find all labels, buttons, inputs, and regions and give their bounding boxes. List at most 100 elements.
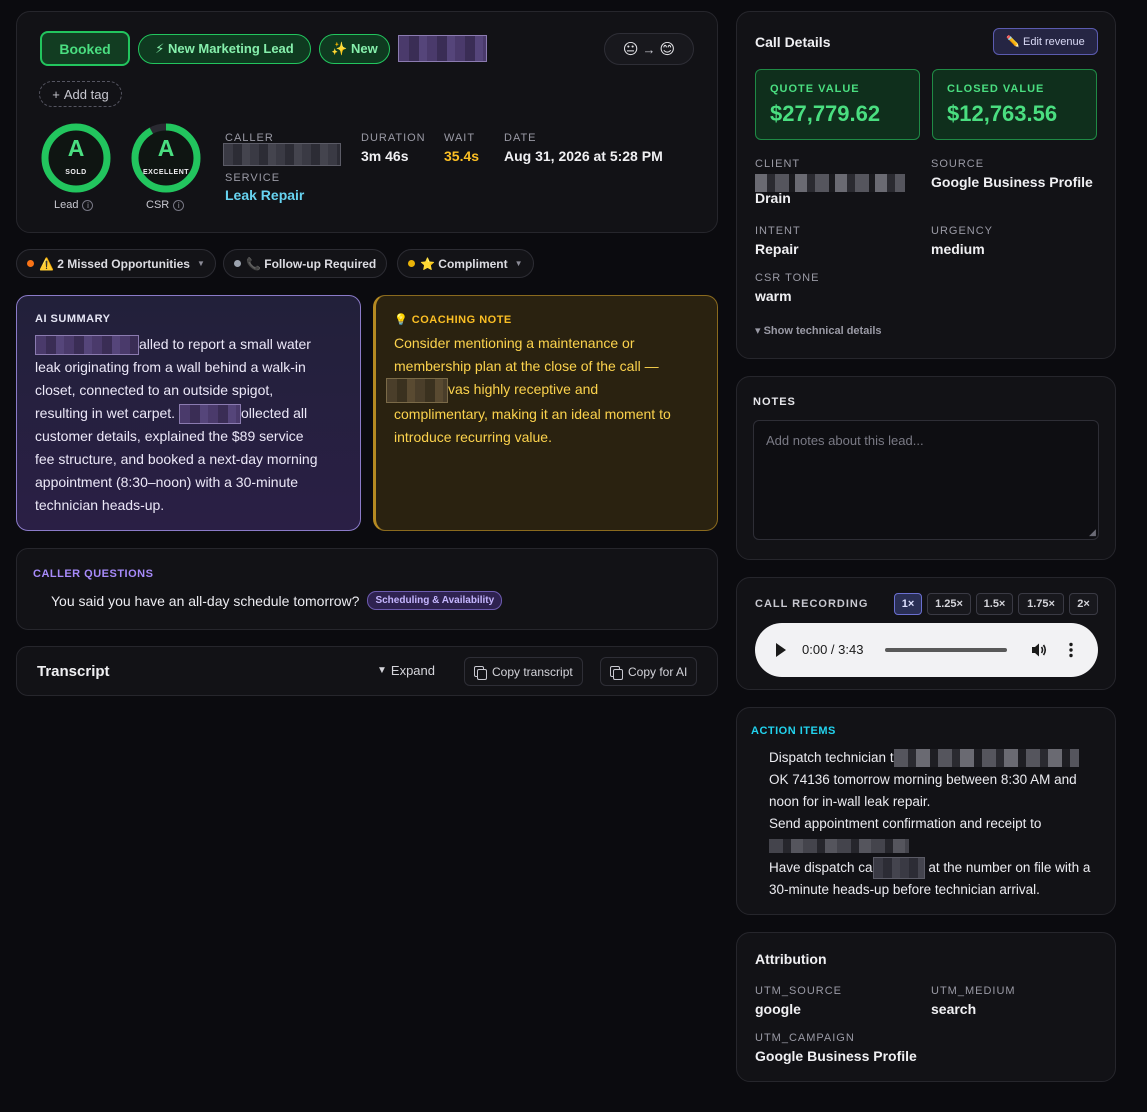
copy-for-ai-button[interactable]: Copy for AI bbox=[600, 657, 698, 686]
action-items-card: ACTION ITEMS Dispatch technician t OK 74… bbox=[736, 707, 1116, 915]
call-recording-card: CALL RECORDING 1× 1.25× 1.5× 1.75× 2× 0:… bbox=[736, 577, 1116, 690]
resize-handle-icon[interactable]: ◢ bbox=[1089, 527, 1096, 538]
chip-label: ⭐ Compliment bbox=[420, 256, 508, 271]
speed-1x-button[interactable]: 1× bbox=[894, 593, 922, 615]
summary-line: fee structure, and booked a next-day mor… bbox=[35, 451, 318, 467]
ai-summary-heading: AI SUMMARY bbox=[35, 313, 111, 325]
utm-source-value: google bbox=[755, 1001, 801, 1017]
intent-value: Repair bbox=[755, 241, 799, 257]
intent-label: INTENT bbox=[755, 225, 801, 237]
lightbulb-icon: 💡 bbox=[394, 314, 409, 326]
sentiment-from-icon: 😐 bbox=[622, 41, 639, 58]
summary-line: closet, connected to an outside spigot, bbox=[35, 382, 274, 398]
plus-icon: + bbox=[52, 86, 60, 102]
csr-tone-label: CSR TONE bbox=[755, 272, 820, 284]
redacted-name bbox=[35, 335, 139, 356]
seek-bar[interactable] bbox=[885, 648, 1007, 652]
csr-grade-sub: EXCELLENT bbox=[142, 169, 190, 176]
source-label: SOURCE bbox=[931, 158, 985, 170]
caller-questions-card: CALLER QUESTIONS You said you have an al… bbox=[16, 548, 718, 630]
expand-button[interactable]: ▼ Expand bbox=[377, 663, 435, 678]
question-category-badge: Scheduling & Availability bbox=[367, 591, 503, 610]
speed-2x-button[interactable]: 2× bbox=[1069, 593, 1098, 615]
ai-summary-text: alled to report a small water leak origi… bbox=[35, 333, 350, 517]
notes-card: NOTES Add notes about this lead... ◢ bbox=[736, 376, 1116, 560]
volume-icon[interactable] bbox=[1031, 642, 1048, 658]
closed-value-label: CLOSED VALUE bbox=[947, 83, 1045, 95]
utm-medium-field: UTM_MEDIUM search bbox=[931, 985, 1016, 1017]
lead-caption-label: Lead bbox=[54, 199, 79, 211]
chip-follow-up-required[interactable]: 📞 Follow-up Required bbox=[223, 249, 388, 278]
coaching-text: Consider mentioning a maintenance or mem… bbox=[386, 332, 709, 449]
urgency-field: URGENCY medium bbox=[931, 225, 993, 257]
sentiment-indicator: 😐 → 😊 bbox=[604, 33, 694, 65]
source-field: SOURCE Google Business Profile bbox=[931, 158, 1093, 190]
play-icon[interactable] bbox=[775, 643, 787, 657]
chip-label: ⚠️ 2 Missed Opportunities bbox=[39, 256, 190, 271]
quote-value-label: QUOTE VALUE bbox=[770, 83, 860, 95]
closed-value-amount: $12,763.56 bbox=[947, 101, 1058, 126]
duration-label: DURATION bbox=[361, 132, 426, 144]
utm-source-label: UTM_SOURCE bbox=[755, 985, 843, 997]
question-text: You said you have an all-day schedule to… bbox=[51, 592, 360, 609]
info-icon[interactable]: i bbox=[82, 199, 94, 211]
action-item: Have dispatch ca at the number on file w… bbox=[769, 857, 1109, 901]
chip-compliment[interactable]: ⭐ Compliment ▼ bbox=[397, 249, 534, 278]
status-badge[interactable]: Booked bbox=[40, 31, 130, 66]
speed-1-25x-button[interactable]: 1.25× bbox=[927, 593, 971, 615]
orange-dot-icon bbox=[27, 260, 34, 267]
csr-score-gauge: A EXCELLENT bbox=[129, 121, 203, 195]
intent-field: INTENT Repair bbox=[755, 225, 801, 257]
coaching-heading: 💡 COACHING NOTE bbox=[394, 314, 512, 326]
chip-missed-opportunities[interactable]: ⚠️ 2 Missed Opportunities ▼ bbox=[16, 249, 216, 278]
copy-icon bbox=[474, 665, 487, 680]
redacted-email bbox=[769, 839, 909, 854]
audio-player: 0:00 / 3:43 bbox=[755, 623, 1098, 677]
question-item: You said you have an all-day schedule to… bbox=[51, 591, 503, 610]
transcript-card: Transcript ▼ Expand Copy transcript Copy… bbox=[16, 646, 718, 696]
quote-value-box: QUOTE VALUE $27,779.62 bbox=[755, 69, 920, 140]
summary-line: resulting in wet carpet. ollected all bbox=[35, 402, 350, 425]
csr-tone-field: CSR TONE warm bbox=[755, 272, 819, 304]
date-field: DATE Aug 31, 2026 at 5:28 PM bbox=[504, 132, 663, 164]
csr-caption: CSR i bbox=[146, 199, 185, 211]
client-label: CLIENT bbox=[755, 158, 801, 170]
redacted-caller bbox=[223, 143, 341, 166]
duration-field: DURATION 3m 46s bbox=[361, 132, 426, 164]
speed-1-75x-button[interactable]: 1.75× bbox=[1018, 593, 1064, 615]
notes-textarea[interactable]: Add notes about this lead... bbox=[753, 420, 1099, 540]
copy-icon bbox=[610, 665, 623, 680]
playback-time: 0:00 / 3:43 bbox=[802, 642, 864, 657]
chevron-down-icon: ▼ bbox=[196, 259, 205, 268]
add-tag-button[interactable]: + Add tag bbox=[39, 81, 122, 107]
tag-new-marketing-lead[interactable]: ⚡ New Marketing Lead bbox=[138, 34, 311, 64]
action-items-heading: ACTION ITEMS bbox=[751, 725, 836, 737]
csr-caption-label: CSR bbox=[146, 199, 170, 211]
speed-1-5x-button[interactable]: 1.5× bbox=[976, 593, 1013, 615]
call-details-title: Call Details bbox=[755, 34, 831, 50]
action-item: Send appointment confirmation and receip… bbox=[769, 813, 1109, 857]
tag-new[interactable]: ✨ New bbox=[319, 34, 390, 64]
lead-grade: A bbox=[67, 135, 85, 161]
coaching-note-card: 💡 COACHING NOTE Consider mentioning a ma… bbox=[373, 295, 718, 531]
yellow-dot-icon bbox=[408, 260, 415, 267]
lead-score-gauge: A SOLD bbox=[39, 121, 113, 195]
show-technical-details-toggle[interactable]: ▾ Show technical details bbox=[755, 324, 882, 337]
summary-line: technician heads-up. bbox=[35, 497, 165, 513]
lead-caption: Lead i bbox=[54, 199, 94, 211]
sentiment-to-icon: 😊 bbox=[659, 41, 676, 58]
info-icon[interactable]: i bbox=[173, 199, 185, 211]
lead-header-card: Booked ⚡ New Marketing Lead ✨ New 😐 → 😊 … bbox=[16, 11, 718, 233]
date-value: Aug 31, 2026 at 5:28 PM bbox=[504, 148, 663, 164]
summary-line: customer details, explained the $89 serv… bbox=[35, 428, 304, 444]
utm-campaign-field: UTM_CAMPAIGN Google Business Profile bbox=[755, 1032, 917, 1064]
caller-questions-heading: CALLER QUESTIONS bbox=[33, 568, 154, 580]
quote-value-amount: $27,779.62 bbox=[770, 101, 881, 126]
copy-transcript-button[interactable]: Copy transcript bbox=[464, 657, 583, 686]
duration-value: 3m 46s bbox=[361, 148, 409, 164]
redacted-address bbox=[893, 749, 1079, 768]
csr-tone-value: warm bbox=[755, 288, 792, 304]
more-options-icon[interactable] bbox=[1069, 642, 1073, 658]
chip-label: 📞 Follow-up Required bbox=[246, 256, 377, 271]
edit-revenue-button[interactable]: ✏️ Edit revenue bbox=[993, 28, 1098, 55]
